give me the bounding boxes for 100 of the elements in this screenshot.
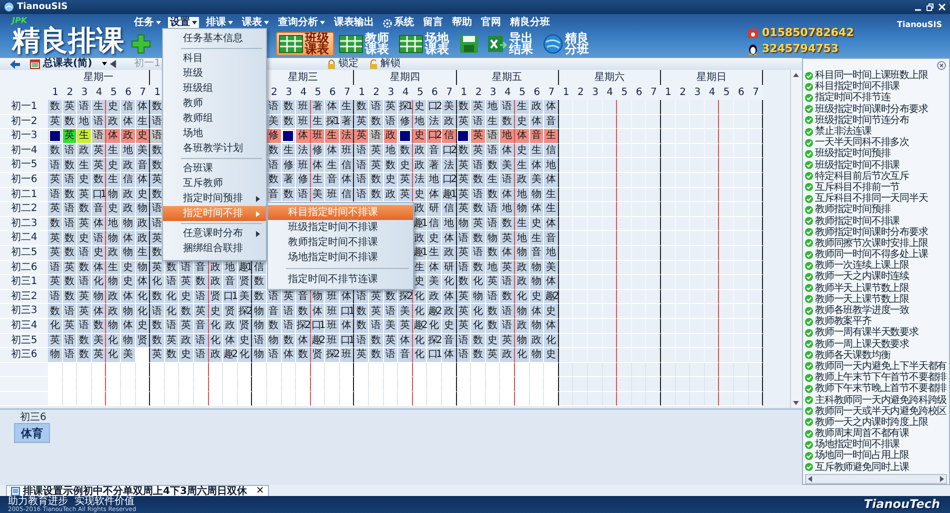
lesson-cell[interactable]: 班 (310, 129, 326, 144)
lesson-cell[interactable]: 班 (325, 290, 340, 304)
lesson-cell[interactable]: 英 (354, 348, 370, 363)
lesson-cell[interactable]: 英 (398, 318, 413, 334)
lesson-cell[interactable]: 数 (62, 275, 78, 290)
lesson-cell[interactable]: 体 (530, 158, 544, 173)
lesson-cell[interactable]: 语 (354, 334, 370, 348)
menu-bar-item[interactable]: 排课 (204, 17, 235, 29)
lesson-cell[interactable]: 史 (515, 114, 530, 130)
lesson-cell[interactable]: 物 (530, 348, 544, 363)
lesson-cell[interactable]: 物 (252, 304, 267, 319)
lesson-cell[interactable]: 体 (500, 246, 515, 261)
lesson-cell[interactable]: 数 (164, 348, 180, 363)
lesson-cell[interactable]: 语 (179, 260, 194, 276)
menu-item[interactable]: 场地指定时间不排课 (268, 250, 412, 265)
lesson-cell[interactable]: 政 (106, 290, 121, 304)
lesson-cell[interactable]: 地 (223, 260, 238, 276)
lesson-cell[interactable]: 数 (77, 334, 92, 348)
lesson-cell[interactable]: 数 (369, 334, 384, 348)
lesson-cell[interactable]: 政 (106, 114, 121, 130)
lesson-cell[interactable]: 英 (486, 348, 500, 363)
lesson-cell[interactable]: 地 (544, 246, 559, 261)
lesson-cell[interactable]: 语 (471, 114, 486, 130)
lesson-cell[interactable]: 化 (238, 348, 252, 363)
lesson-cell[interactable]: 生 (515, 158, 530, 173)
lesson-cell[interactable]: 物 (530, 275, 544, 290)
lesson-cell[interactable]: 生 (340, 100, 354, 115)
lesson-cell[interactable]: 物 (515, 334, 530, 348)
lesson-cell[interactable]: 口1 (427, 348, 442, 363)
lesson-cell[interactable]: 生 (544, 129, 559, 144)
lesson-cell[interactable]: 语 (150, 304, 165, 319)
lesson-cell[interactable]: 英 (384, 100, 398, 115)
lesson-cell[interactable]: 语 (282, 304, 296, 319)
lesson-cell[interactable]: 音 (544, 114, 559, 130)
lesson-cell[interactable]: 生 (77, 158, 92, 173)
lesson-cell[interactable]: 政 (120, 202, 136, 217)
lesson-cell[interactable]: 史 (398, 158, 413, 173)
lesson-cell[interactable]: 史 (208, 304, 224, 319)
lesson-cell[interactable]: 史 (412, 129, 428, 144)
lesson-cell[interactable]: 体 (500, 144, 515, 158)
lesson-cell[interactable]: 语 (471, 158, 486, 173)
menu-item[interactable]: 科目 (163, 51, 266, 66)
lesson-cell[interactable]: 探2 (325, 348, 340, 363)
class-label[interactable]: 初二2 (0, 202, 48, 217)
lesson-cell[interactable]: 英 (62, 129, 78, 144)
lesson-cell[interactable]: 生 (544, 188, 559, 202)
menu-item[interactable]: 教师组 (163, 111, 266, 126)
lesson-cell[interactable]: 化 (164, 304, 180, 319)
lesson-cell[interactable]: 史 (136, 129, 150, 144)
lesson-cell[interactable]: 音 (530, 129, 544, 144)
lesson-cell[interactable]: 体 (442, 290, 457, 304)
lesson-cell[interactable]: 数 (48, 216, 63, 232)
lesson-cell[interactable]: 音 (223, 275, 238, 290)
lesson-cell[interactable]: 化 (544, 334, 559, 348)
lesson-cell[interactable]: 法 (296, 144, 311, 158)
lesson-cell[interactable]: 地 (442, 216, 457, 232)
lesson-cell[interactable]: 政 (106, 246, 121, 261)
lesson-cell[interactable]: 英 (471, 216, 486, 232)
lesson-cell[interactable]: 语 (500, 318, 515, 334)
lesson-cell[interactable]: 班 (325, 304, 340, 319)
lesson-cell[interactable]: 趣2 (544, 290, 559, 304)
lesson-cell[interactable]: 音 (442, 334, 457, 348)
lesson-cell[interactable]: 语 (77, 246, 92, 261)
lesson-cell[interactable]: 趣1 (442, 188, 457, 202)
lesson-cell[interactable]: 体 (92, 304, 106, 319)
class-label[interactable]: 初一6 (0, 172, 48, 188)
lesson-cell[interactable]: 英 (354, 114, 370, 130)
lesson-cell[interactable]: 信 (252, 260, 267, 276)
lesson-cell[interactable]: 数 (282, 100, 296, 115)
class-label[interactable]: 初一4 (0, 144, 48, 158)
lesson-cell[interactable]: 英 (369, 304, 384, 319)
lesson-cell[interactable]: 语 (48, 260, 63, 276)
lesson-cell[interactable]: 数 (471, 172, 486, 188)
lesson-cell[interactable]: 英 (500, 231, 515, 246)
lesson-cell[interactable]: 体 (544, 275, 559, 290)
lesson-cell[interactable]: 英 (194, 304, 209, 319)
lesson-cell[interactable]: 化 (106, 334, 121, 348)
menu-item[interactable]: 各班教学计划 (163, 141, 266, 156)
lesson-cell[interactable]: 班 (296, 114, 311, 130)
lesson-cell[interactable]: 体 (427, 260, 442, 276)
lesson-cell[interactable]: 体 (398, 334, 413, 348)
lesson-cell[interactable]: 体 (325, 100, 340, 115)
lesson-cell[interactable]: 英 (179, 275, 194, 290)
lesson-cell[interactable]: 地 (427, 172, 442, 188)
lesson-cell[interactable]: 史 (106, 158, 121, 173)
lesson-cell[interactable]: 生 (544, 202, 559, 217)
lesson-cell[interactable]: 数 (252, 275, 267, 290)
lesson-cell[interactable]: 化 (150, 275, 165, 290)
lesson-cell[interactable]: 语 (77, 275, 92, 290)
lesson-cell[interactable]: 政 (427, 290, 442, 304)
lesson-cell[interactable]: 语 (486, 129, 500, 144)
lesson-cell[interactable]: 英 (48, 334, 63, 348)
lesson-cell[interactable]: 美 (120, 348, 136, 363)
lesson-cell[interactable]: 体 (223, 334, 238, 348)
schedule-button[interactable]: 教师课表 (336, 32, 394, 56)
lesson-cell[interactable]: 语 (384, 348, 398, 363)
menu-bar-item[interactable]: 课表 (240, 17, 271, 29)
lesson-cell[interactable]: 英 (456, 158, 472, 173)
lesson-cell[interactable]: 班 (325, 318, 340, 334)
lesson-cell[interactable]: 语 (369, 129, 384, 144)
